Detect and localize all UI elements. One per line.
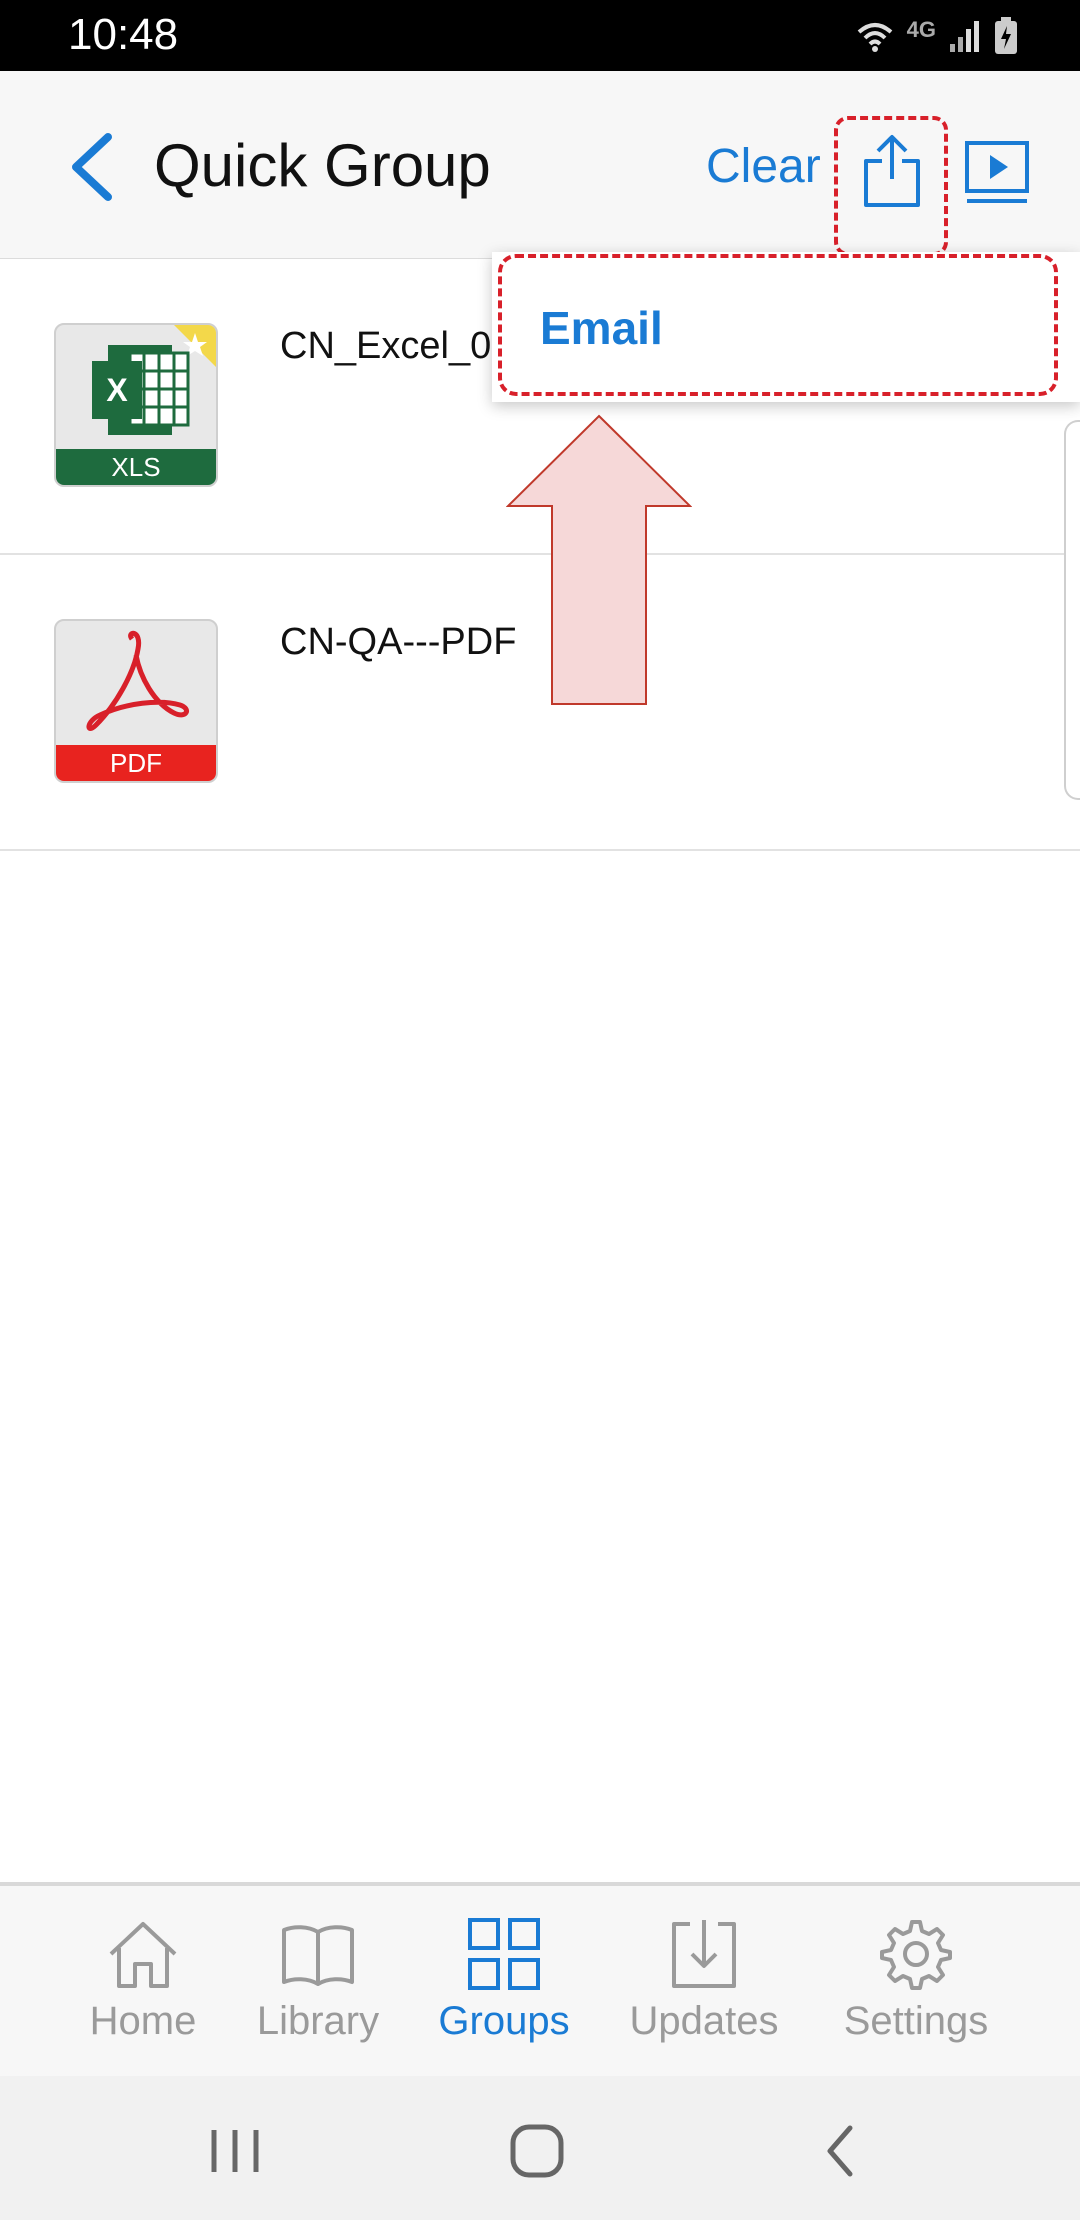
- book-icon: [282, 1925, 354, 1986]
- bottom-nav: Home Library Groups Updates Settings: [0, 1882, 1080, 2076]
- nav-item-groups[interactable]: Groups: [424, 1886, 584, 2080]
- back-button-icon[interactable]: [806, 2116, 876, 2186]
- status-time: 10:48: [68, 10, 179, 59]
- status-bar: 10:48 4G: [0, 0, 1080, 71]
- nav-label: Updates: [629, 1999, 779, 2043]
- nav-item-library[interactable]: Library: [238, 1886, 398, 2080]
- nav-item-home[interactable]: Home: [68, 1886, 218, 2080]
- file-type-label: PDF: [56, 745, 216, 781]
- nav-item-updates[interactable]: Updates: [614, 1886, 794, 2080]
- email-highlight-box: [498, 254, 1058, 396]
- status-icons: 4G: [855, 14, 1018, 58]
- share-highlight-box: [834, 116, 948, 256]
- nav-label: Home: [89, 1999, 197, 2043]
- clear-button[interactable]: Clear: [706, 137, 821, 197]
- file-name: CN_Excel_0: [280, 325, 492, 367]
- nav-item-settings[interactable]: Settings: [826, 1886, 1006, 2080]
- slideshow-icon[interactable]: [964, 137, 1030, 207]
- wifi-icon: [857, 23, 892, 52]
- scroll-handle[interactable]: [1064, 420, 1080, 800]
- annotation-arrow-icon: [506, 414, 692, 705]
- file-name: CN-QA---PDF: [280, 621, 517, 663]
- system-nav-bar: [0, 2076, 1080, 2220]
- xls-file-icon: X XLS: [54, 323, 218, 487]
- battery-icon: [995, 17, 1017, 54]
- recent-apps-icon[interactable]: [200, 2116, 270, 2186]
- network-type: 4G: [906, 17, 936, 42]
- nav-label: Library: [256, 1999, 380, 2043]
- page-title: Quick Group: [154, 132, 491, 199]
- home-icon: [109, 1922, 177, 1988]
- signal-icon: [950, 21, 979, 52]
- download-icon: [672, 1920, 736, 1988]
- nav-label: Groups: [438, 1999, 570, 2043]
- svg-text:X: X: [106, 372, 128, 408]
- grid-icon: [468, 1918, 540, 1990]
- pdf-file-icon: PDF: [54, 619, 218, 783]
- nav-label: Settings: [843, 1999, 989, 2043]
- home-button-icon[interactable]: [502, 2116, 572, 2186]
- gear-icon: [880, 1920, 952, 1990]
- back-arrow-icon[interactable]: [62, 127, 122, 207]
- file-type-label: XLS: [56, 449, 216, 485]
